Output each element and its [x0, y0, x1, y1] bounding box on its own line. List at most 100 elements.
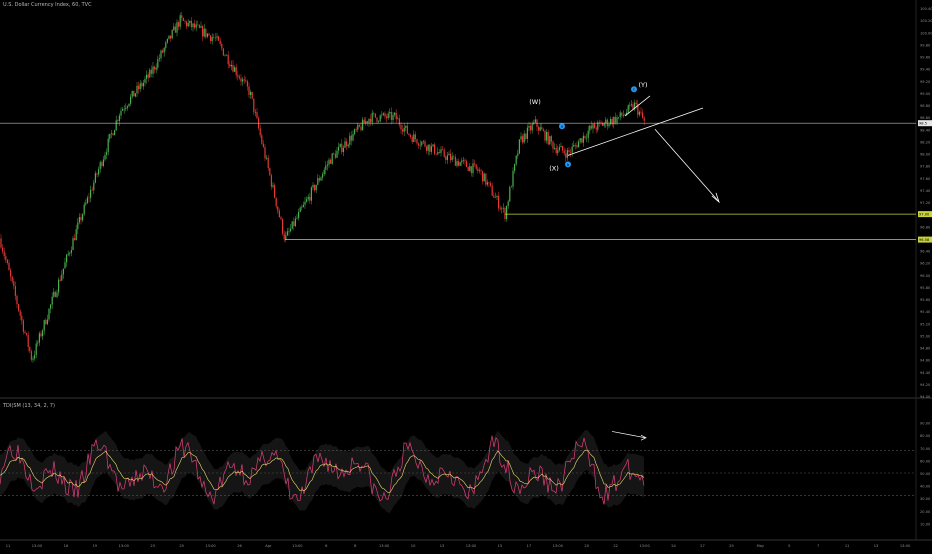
candle-body — [475, 164, 477, 169]
candle-body — [118, 115, 120, 122]
candle-body — [0, 238, 2, 248]
time-tick-label: 13 — [440, 544, 445, 548]
candle-body — [277, 206, 279, 211]
candle-body — [299, 207, 301, 212]
candle-body — [115, 120, 117, 131]
candle-body — [190, 20, 192, 28]
candle-body — [430, 146, 432, 152]
candle-body — [494, 197, 496, 198]
candle-body — [426, 146, 428, 151]
candle-body — [194, 23, 196, 28]
candle-body — [213, 37, 215, 38]
candle-body — [155, 67, 157, 70]
candle-body — [200, 26, 202, 28]
candle-body — [357, 124, 359, 130]
candle-body — [138, 85, 140, 90]
candle-body — [192, 23, 194, 28]
time-tick-label: 8 — [354, 544, 357, 548]
candle-body — [294, 218, 296, 227]
candle-body — [530, 125, 532, 131]
candle-body — [147, 74, 149, 78]
candle-body — [410, 135, 412, 138]
candle-body — [26, 333, 28, 335]
candle-body — [91, 189, 93, 191]
candle-body — [43, 320, 45, 331]
candle-body — [522, 136, 524, 143]
chart-area[interactable]: 100.40 100.20 100.00 99.80 99.60 99.40 99.20 99… — [0, 0, 932, 550]
candle-body — [643, 117, 645, 121]
candle-body — [37, 342, 39, 344]
candle-body — [19, 310, 21, 316]
candle-body — [594, 124, 596, 129]
candle-body — [546, 131, 548, 141]
candle-body — [130, 96, 132, 104]
time-tick-label: 13 — [874, 544, 879, 548]
candle-body — [459, 162, 461, 166]
candle-body — [466, 161, 468, 167]
candle-body — [125, 107, 127, 109]
time-tick-label: 13:00 — [119, 544, 130, 548]
candle-body — [296, 217, 298, 219]
price-tick-label: 100.00 — [920, 31, 932, 35]
candle-body — [253, 98, 255, 113]
candle-body — [86, 197, 88, 204]
candle-body — [222, 48, 224, 56]
candle-body — [53, 291, 55, 297]
candle-body — [562, 145, 564, 151]
candle-body — [469, 166, 471, 171]
candle-body — [38, 333, 40, 343]
candle-body — [310, 187, 312, 201]
indicator-tick-label: 90.00 — [920, 422, 931, 426]
candle-body — [242, 79, 244, 82]
candle-body — [498, 196, 500, 209]
candle-body — [93, 182, 95, 191]
candle-body — [61, 274, 63, 281]
candle-body — [499, 208, 501, 209]
candle-body — [480, 170, 482, 171]
candle-body — [485, 173, 487, 185]
candle-body — [69, 252, 71, 254]
candle-body — [427, 144, 429, 151]
time-tick-label: 6 — [325, 544, 328, 548]
candle-body — [315, 184, 317, 191]
candle-body — [395, 112, 397, 120]
candle-body — [45, 320, 47, 325]
candle-body — [454, 156, 456, 166]
candle-body — [373, 112, 375, 114]
candle-body — [54, 291, 56, 297]
candle-body — [251, 91, 253, 99]
candle-body — [531, 124, 533, 131]
time-tick-label: 24 — [671, 544, 676, 548]
candle-body — [283, 233, 285, 240]
candle-body — [557, 150, 559, 154]
time-tick-label: 13:00 — [205, 544, 216, 548]
candle-body — [390, 111, 392, 120]
candle-body — [158, 58, 160, 60]
candle-body — [64, 262, 66, 269]
candle-body — [46, 319, 48, 325]
candle-body — [90, 189, 92, 198]
candle-body — [547, 131, 549, 145]
candle-body — [339, 143, 341, 147]
candle-body — [224, 55, 226, 57]
candle-body — [354, 129, 356, 134]
candle-body — [453, 156, 455, 158]
candle-body — [240, 78, 242, 82]
candle-body — [163, 47, 165, 53]
candle-body — [482, 170, 484, 182]
candle-body — [259, 128, 261, 136]
candle-body — [307, 196, 309, 200]
support-badge-2: 96.58 — [919, 238, 930, 242]
price-tick-label: 95.80 — [920, 286, 931, 290]
candle-body — [298, 211, 300, 218]
candle-body — [198, 24, 200, 28]
candle-body — [584, 135, 586, 138]
candle-body — [611, 118, 613, 125]
candle-body — [542, 129, 544, 131]
candle-body — [306, 199, 308, 202]
price-chart[interactable]: 100.40 100.20 100.00 99.80 99.60 99.40 99.20 99… — [0, 0, 932, 550]
candle-body — [208, 33, 210, 36]
candle-body — [539, 127, 541, 131]
candle-body — [566, 150, 568, 158]
candle-body — [586, 137, 588, 139]
